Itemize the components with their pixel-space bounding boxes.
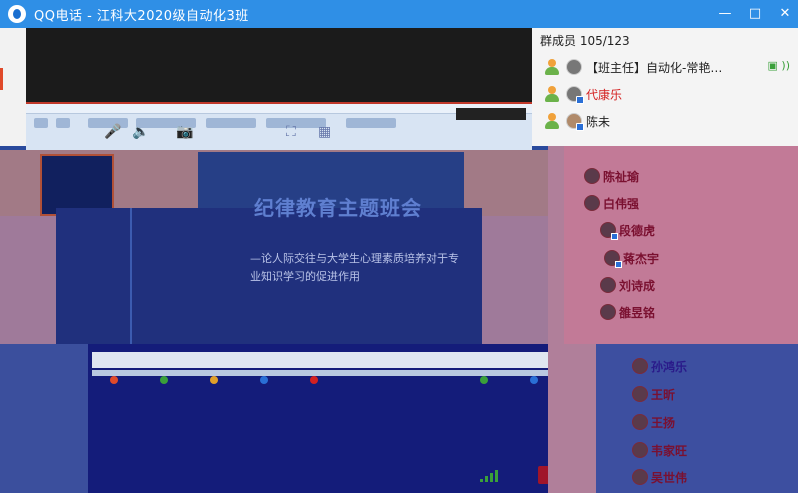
member-name: 【班主任】自动化-常艳… <box>586 60 723 75</box>
member-row[interactable]: 【班主任】自动化-常艳… ▣ )) <box>532 54 798 80</box>
avatar <box>600 277 616 293</box>
member-name: 王昕 <box>651 387 676 402</box>
avatar <box>604 250 622 268</box>
signal-strength-icon <box>480 470 500 482</box>
avatar <box>600 304 616 320</box>
ribbon-tool <box>206 118 256 128</box>
list-item[interactable]: 段德虎 <box>600 218 655 242</box>
slide-title: 纪律教育主题班会 <box>254 196 422 220</box>
list-item[interactable]: 蒋杰宇 <box>604 246 659 270</box>
taskbar-icon <box>160 376 168 384</box>
speaker-icon[interactable]: 🔈 <box>132 124 149 140</box>
avatar <box>632 442 648 458</box>
avatar <box>584 168 600 184</box>
member-name: 吴世伟 <box>651 470 688 485</box>
avatar <box>566 59 582 75</box>
member-name: 白伟强 <box>603 196 640 211</box>
ribbon-tool <box>56 118 70 128</box>
member-name: 王扬 <box>651 415 676 430</box>
member-name: 雒昱铭 <box>619 305 656 320</box>
avatar <box>566 113 584 131</box>
taskbar-icon <box>310 376 318 384</box>
list-item[interactable]: 雒昱铭 <box>600 300 655 324</box>
shared-window-bar <box>92 352 596 368</box>
list-item[interactable]: 白伟强 <box>584 191 639 215</box>
member-name: 孙鸿乐 <box>651 359 688 374</box>
signal-bar <box>490 473 493 482</box>
qq-logo-icon <box>8 5 26 23</box>
avatar <box>600 222 618 240</box>
signal-bar <box>495 470 498 482</box>
user-icon <box>544 113 560 129</box>
member-name: 陈祉瑜 <box>603 169 640 184</box>
taskbar-icon <box>110 376 118 384</box>
qq-call-window: QQ电话 - 江科大2020级自动化3班 — □ ✕ 纪律教育主题班会 —论人际… <box>0 0 798 493</box>
minimize-icon[interactable]: — <box>718 7 732 21</box>
left-edge-strip <box>0 28 26 146</box>
ribbon-tool <box>346 118 396 128</box>
member-name: 段德虎 <box>619 223 656 238</box>
member-name: 代康乐 <box>586 87 623 102</box>
screen-share-icon: ▣ )) <box>767 59 790 72</box>
avatar <box>566 86 584 104</box>
title-bar: QQ电话 - 江科大2020级自动化3班 — □ ✕ <box>0 0 798 28</box>
taskbar-icon <box>480 376 488 384</box>
member-name: 陈未 <box>586 114 611 129</box>
avatar <box>632 386 648 402</box>
member-row[interactable]: 陈未 <box>532 108 798 134</box>
mic-off-icon[interactable]: 🎤 <box>104 124 121 140</box>
fullscreen-icon[interactable]: ⛶ <box>286 124 296 140</box>
member-list-band-lower <box>596 344 798 493</box>
list-item[interactable]: 刘诗成 <box>600 273 655 297</box>
taskbar-icon <box>260 376 268 384</box>
list-item[interactable]: 吴世伟 <box>632 465 687 489</box>
slide-thumbnail <box>40 154 114 216</box>
list-item[interactable]: 孙鸿乐 <box>632 354 687 378</box>
signal-bar <box>485 476 488 482</box>
shared-screen-top <box>26 28 532 102</box>
ribbon-tool <box>34 118 48 128</box>
list-item[interactable]: 陈祉瑜 <box>584 164 639 188</box>
member-count: 群成员 105/123 <box>540 34 630 48</box>
taskbar-icon <box>210 376 218 384</box>
shared-ppt-ribbon <box>26 102 532 152</box>
list-item[interactable]: 王扬 <box>632 410 675 434</box>
bottom-screen-region <box>0 344 598 493</box>
user-icon <box>544 59 560 75</box>
close-icon[interactable]: ✕ <box>778 7 792 21</box>
ribbon-tool <box>266 118 326 128</box>
camera-off-icon[interactable]: 📷 <box>176 124 193 140</box>
list-item[interactable]: 王昕 <box>632 382 675 406</box>
window-controls: — □ ✕ <box>718 0 792 28</box>
member-name: 韦家旺 <box>651 443 688 458</box>
member-row[interactable]: 代康乐 <box>532 81 798 107</box>
list-item[interactable]: 韦家旺 <box>632 438 687 462</box>
window-title: QQ电话 - 江科大2020级自动化3班 <box>34 8 249 24</box>
user-icon <box>544 86 560 102</box>
slide-divider <box>130 208 132 344</box>
edge-marker <box>0 68 3 90</box>
maximize-icon[interactable]: □ <box>748 7 762 21</box>
member-name: 蒋杰宇 <box>623 251 660 266</box>
signal-bar <box>480 479 483 482</box>
ribbon-dark-popup <box>456 108 526 120</box>
taskbar-icons <box>100 376 590 386</box>
member-name: 刘诗成 <box>619 278 656 293</box>
avatar <box>632 358 648 374</box>
slide-subtitle: —论人际交往与大学生心理素质培养对于专业知识学习的促进作用 <box>250 252 459 283</box>
taskbar-icon <box>530 376 538 384</box>
layout-icon[interactable]: ▦ <box>318 124 331 140</box>
avatar <box>632 414 648 430</box>
avatar <box>584 195 600 211</box>
avatar <box>632 469 648 485</box>
